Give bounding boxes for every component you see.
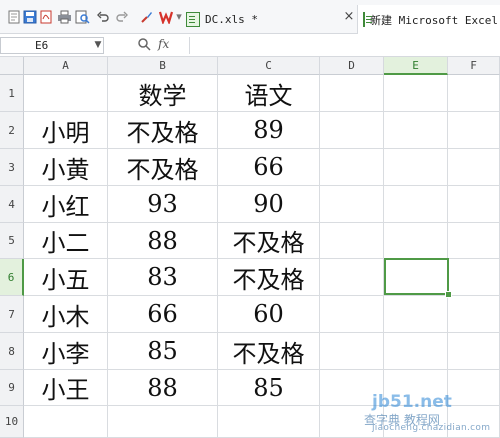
wps-icon[interactable] xyxy=(159,9,175,25)
dropdown-arrow-icon[interactable]: ▾ xyxy=(175,9,183,25)
cell-b4[interactable]: 93 xyxy=(108,186,218,223)
cell-a8[interactable]: 小李 xyxy=(24,333,108,370)
spreadsheet-icon xyxy=(186,12,200,27)
column-header-e[interactable]: E xyxy=(384,57,448,75)
cell-d4[interactable] xyxy=(320,186,384,223)
cell-e4[interactable] xyxy=(384,186,448,223)
cell-a1[interactable] xyxy=(24,75,108,112)
cell-e2[interactable] xyxy=(384,112,448,149)
row-header-9[interactable]: 9 xyxy=(0,370,24,406)
cell-c8[interactable]: 不及格 xyxy=(218,333,320,370)
tab-new-excel[interactable]: 新建 Microsoft Excel 工 xyxy=(357,5,500,34)
fill-handle[interactable] xyxy=(445,291,452,298)
row-header-2[interactable]: 2 xyxy=(0,112,24,149)
new-doc-icon[interactable] xyxy=(6,9,22,25)
cell-d3[interactable] xyxy=(320,149,384,186)
spreadsheet-icon xyxy=(363,12,372,27)
column-header-a[interactable]: A xyxy=(24,57,108,75)
cell-a7[interactable]: 小木 xyxy=(24,296,108,333)
tab-dc-xls[interactable]: DC.xls * xyxy=(186,5,341,34)
watermark: jb51.net 查字典 教程网 jiaocheng.chazidian.com xyxy=(364,392,500,438)
cell-c5[interactable]: 不及格 xyxy=(218,223,320,259)
cell-b5[interactable]: 88 xyxy=(108,223,218,259)
undo-icon[interactable] xyxy=(95,9,111,25)
cell-a2[interactable]: 小明 xyxy=(24,112,108,149)
row-header-4[interactable]: 4 xyxy=(0,186,24,223)
cell-c2[interactable]: 89 xyxy=(218,112,320,149)
column-header-f[interactable]: F xyxy=(448,57,500,75)
cell-f5[interactable] xyxy=(448,223,500,259)
cell-a10[interactable] xyxy=(24,406,108,438)
cell-e5[interactable] xyxy=(384,223,448,259)
cell-b9[interactable]: 88 xyxy=(108,370,218,406)
select-all-corner[interactable] xyxy=(0,57,24,75)
cell-e3[interactable] xyxy=(384,149,448,186)
cell-b10[interactable] xyxy=(108,406,218,438)
cell-c3[interactable]: 66 xyxy=(218,149,320,186)
cell-c6[interactable]: 不及格 xyxy=(218,259,320,296)
chevron-down-icon[interactable]: ▼ xyxy=(92,37,104,54)
cell-b8[interactable]: 85 xyxy=(108,333,218,370)
formula-input[interactable] xyxy=(189,37,500,54)
cell-b3[interactable]: 不及格 xyxy=(108,149,218,186)
cell-e7[interactable] xyxy=(384,296,448,333)
print-icon[interactable] xyxy=(56,9,72,25)
cell-e1[interactable] xyxy=(384,75,448,112)
print-preview-icon[interactable] xyxy=(74,9,90,25)
cell-e8[interactable] xyxy=(384,333,448,370)
column-header-c[interactable]: C xyxy=(218,57,320,75)
column-header-d[interactable]: D xyxy=(320,57,384,75)
cell-b6[interactable]: 83 xyxy=(108,259,218,296)
row-header-1[interactable]: 1 xyxy=(0,75,24,112)
tab-label: DC.xls * xyxy=(205,13,258,26)
pdf-icon[interactable] xyxy=(38,9,54,25)
cell-c9[interactable]: 85 xyxy=(218,370,320,406)
column-header-b[interactable]: B xyxy=(108,57,218,75)
row-header-3[interactable]: 3 xyxy=(0,149,24,186)
cell-b2[interactable]: 不及格 xyxy=(108,112,218,149)
toolbar: ▾ DC.xls * × 新建 Microsoft Excel 工 xyxy=(0,0,500,34)
cell-d7[interactable] xyxy=(320,296,384,333)
cell-a3[interactable]: 小黄 xyxy=(24,149,108,186)
cell-c4[interactable]: 90 xyxy=(218,186,320,223)
row-header-10[interactable]: 10 xyxy=(0,406,24,438)
save-icon[interactable] xyxy=(22,9,38,25)
active-cell-selection[interactable] xyxy=(384,258,449,295)
cell-f3[interactable] xyxy=(448,149,500,186)
cell-f4[interactable] xyxy=(448,186,500,223)
cell-f6[interactable] xyxy=(448,259,500,296)
cell-b1[interactable]: 数学 xyxy=(108,75,218,112)
tab-label: 新建 Microsoft Excel 工 xyxy=(370,13,500,27)
name-box[interactable]: E6 xyxy=(0,37,104,54)
cell-d2[interactable] xyxy=(320,112,384,149)
cell-f7[interactable] xyxy=(448,296,500,333)
cell-a5[interactable]: 小二 xyxy=(24,223,108,259)
cell-d6[interactable] xyxy=(320,259,384,296)
watermark-line1: jb51.net xyxy=(372,392,452,412)
row-header-6[interactable]: 6 xyxy=(0,259,24,296)
cell-a4[interactable]: 小红 xyxy=(24,186,108,223)
cell-b7[interactable]: 66 xyxy=(108,296,218,333)
redo-icon[interactable] xyxy=(114,9,130,25)
search-icon[interactable] xyxy=(137,37,153,53)
watermark-line3: jiaocheng.chazidian.com xyxy=(372,423,491,433)
row-header-8[interactable]: 8 xyxy=(0,333,24,370)
fx-icon[interactable]: fx xyxy=(158,37,178,53)
cell-d8[interactable] xyxy=(320,333,384,370)
cell-c1[interactable]: 语文 xyxy=(218,75,320,112)
cell-f1[interactable] xyxy=(448,75,500,112)
cell-c10[interactable] xyxy=(218,406,320,438)
brush-icon[interactable] xyxy=(139,9,155,25)
cell-f2[interactable] xyxy=(448,112,500,149)
row-header-7[interactable]: 7 xyxy=(0,296,24,333)
cell-d5[interactable] xyxy=(320,223,384,259)
cell-d1[interactable] xyxy=(320,75,384,112)
cell-a9[interactable]: 小王 xyxy=(24,370,108,406)
cell-f8[interactable] xyxy=(448,333,500,370)
cell-c7[interactable]: 60 xyxy=(218,296,320,333)
close-tab-icon[interactable]: × xyxy=(341,9,357,25)
row-header-5[interactable]: 5 xyxy=(0,223,24,259)
cell-a6[interactable]: 小五 xyxy=(24,259,108,296)
